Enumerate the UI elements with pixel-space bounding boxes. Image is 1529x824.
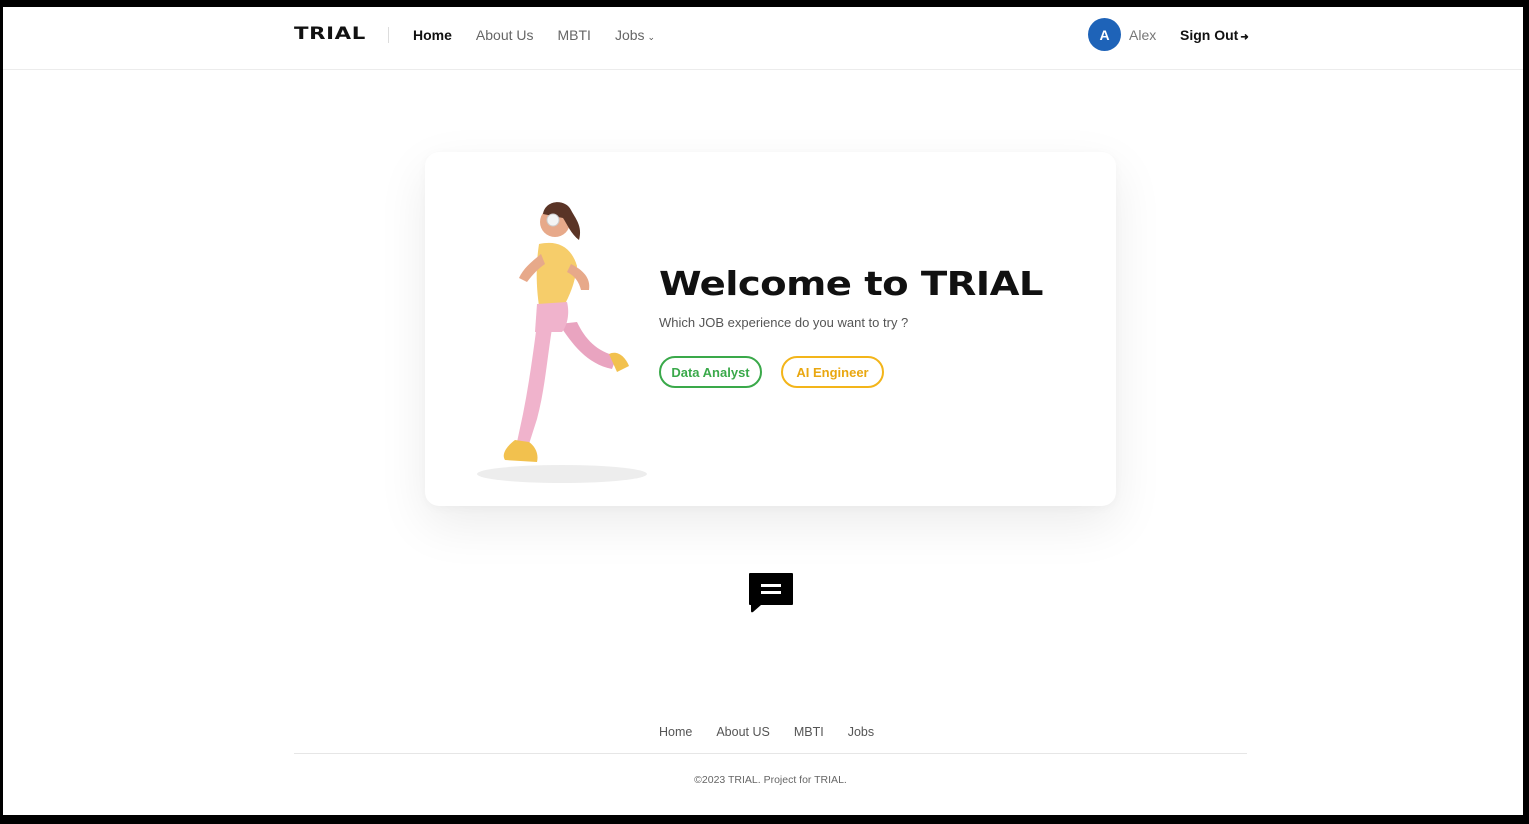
- nav-jobs-label: Jobs: [614, 27, 645, 43]
- copyright: ©2023 TRIAL. Project for TRIAL.: [694, 774, 847, 786]
- footer-link-jobs[interactable]: Jobs: [848, 725, 874, 739]
- nav-home[interactable]: Home: [413, 27, 452, 43]
- top-navbar: TRIAL Home About Us MBTI Jobs ⌄ A Alex Si…: [3, 7, 1523, 70]
- main-nav: Home About Us MBTI Jobs ⌄: [413, 27, 679, 43]
- logo[interactable]: TRIAL: [294, 24, 366, 44]
- data-analyst-button[interactable]: Data Analyst: [659, 356, 762, 388]
- nav-about-us[interactable]: About Us: [476, 27, 534, 43]
- footer-nav: Home About US MBTI Jobs: [659, 725, 898, 739]
- arrow-right-icon: ➜: [1240, 32, 1249, 43]
- footer-link-mbti[interactable]: MBTI: [794, 725, 824, 739]
- page-subtitle: Which JOB experience do you want to try …: [659, 315, 909, 330]
- chevron-down-icon: ⌄: [647, 32, 656, 42]
- nav-mbti[interactable]: MBTI: [558, 27, 591, 43]
- username: Alex: [1129, 27, 1157, 43]
- chat-bubble-icon[interactable]: [747, 571, 795, 615]
- welcome-card: Welcome to TRIAL Which JOB experience do…: [425, 152, 1116, 506]
- footer-link-about-us[interactable]: About US: [716, 725, 770, 739]
- page-title: Welcome to TRIAL: [659, 264, 1043, 303]
- app-frame: TRIAL Home About Us MBTI Jobs ⌄ A Alex Si…: [3, 7, 1523, 815]
- avatar[interactable]: A: [1088, 18, 1121, 51]
- ai-engineer-button[interactable]: AI Engineer: [781, 356, 884, 388]
- divider: [388, 27, 389, 43]
- sign-out-button[interactable]: Sign Out ➜: [1180, 27, 1249, 43]
- nav-jobs[interactable]: Jobs ⌄: [615, 27, 655, 43]
- running-woman-illustration: [477, 202, 647, 483]
- footer-link-home[interactable]: Home: [659, 725, 692, 739]
- footer-divider: [294, 753, 1247, 754]
- sign-out-label: Sign Out: [1180, 27, 1239, 43]
